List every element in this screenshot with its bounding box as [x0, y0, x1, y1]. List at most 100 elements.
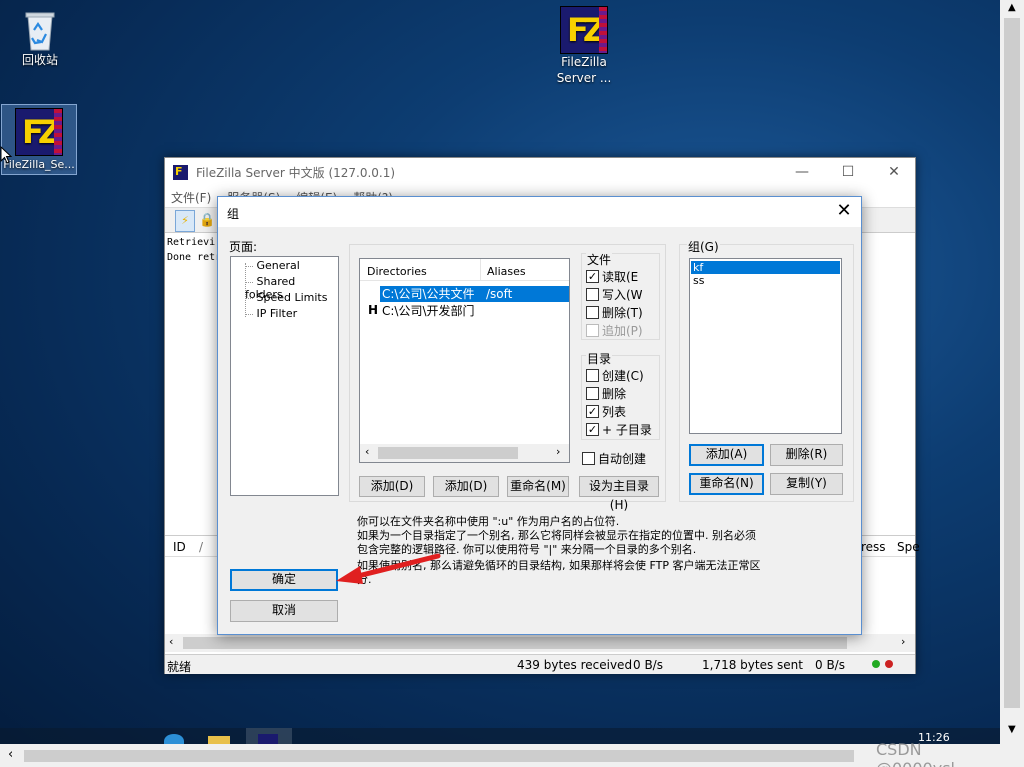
- col-speed[interactable]: Spe: [897, 540, 920, 554]
- group-dialog: 组 ✕ 页面: General Shared folders Speed Lim…: [217, 196, 862, 635]
- scroll-left-icon[interactable]: ‹: [169, 635, 173, 648]
- perm-dir-subdirs-label: + 子目录: [602, 422, 652, 437]
- perm-dir-delete[interactable]: 删除: [586, 385, 626, 401]
- home-dir-marker: H: [368, 303, 379, 317]
- copy-group-button[interactable]: 复制(Y): [770, 473, 843, 495]
- desktop-hscrollbar[interactable]: ‹ CSDN @0000ysl: [0, 740, 1000, 767]
- perm-file-append: 追加(P): [586, 322, 643, 338]
- checkbox-checked-icon: ✓: [586, 404, 599, 418]
- pages-tree: General Shared folders Speed Limits IP F…: [230, 256, 339, 496]
- directory-row[interactable]: C:\公司\公共文件 /soft: [360, 286, 569, 303]
- page-shared-folders[interactable]: Shared folders: [245, 275, 335, 301]
- page-general-label: General: [256, 259, 300, 272]
- recycle-bin-icon-graphic: [25, 12, 55, 51]
- col-id[interactable]: ID: [173, 540, 186, 554]
- rename-directory-button[interactable]: 重命名(M): [507, 476, 569, 497]
- filezilla-logo-icon: FZ: [560, 6, 608, 54]
- scroll-down-icon[interactable]: ▼: [1008, 724, 1016, 735]
- perm-dir-create-label: 创建(C): [602, 368, 644, 383]
- status-led-green-icon: [872, 660, 880, 668]
- add-directory-button[interactable]: 添加(D): [359, 476, 425, 497]
- scroll-left-icon[interactable]: ‹: [8, 747, 13, 762]
- status-sent: 1,718 bytes sent: [702, 658, 803, 672]
- col-aliases[interactable]: Aliases: [487, 265, 526, 278]
- perm-file-read[interactable]: ✓ 读取(E: [586, 268, 638, 284]
- scroll-up-icon[interactable]: ▲: [1008, 2, 1016, 13]
- col-directories[interactable]: Directories: [367, 265, 427, 278]
- recycle-bin-label: 回收站: [21, 53, 58, 67]
- perm-dir-create[interactable]: 创建(C): [586, 367, 644, 383]
- set-home-dir-button[interactable]: 设为主目录(H): [579, 476, 659, 512]
- group-item[interactable]: ss: [691, 274, 840, 287]
- connect-icon[interactable]: ⚡: [175, 210, 195, 232]
- checkbox-unchecked-icon: [586, 287, 599, 301]
- directory-alias: /soft: [480, 286, 569, 302]
- filezilla-shortcut-icon[interactable]: FZ FileZilla Server ...: [552, 6, 616, 87]
- rename-group-button[interactable]: 重命名(N): [689, 473, 764, 495]
- info-line: 你可以在文件夹名称中使用 ":u" 作为用户名的占位符.: [357, 515, 620, 528]
- perm-dir-list[interactable]: ✓ 列表: [586, 403, 626, 419]
- scroll-left-icon[interactable]: ‹: [365, 445, 369, 458]
- perm-dir-subdirs[interactable]: ✓ + 子目录: [586, 421, 652, 437]
- checkbox-disabled-icon: [586, 323, 599, 337]
- add-alias-button[interactable]: 添加(D): [433, 476, 499, 497]
- directories-hscrollbar[interactable]: ‹ ›: [360, 444, 569, 462]
- maximize-button[interactable]: ☐: [825, 158, 871, 187]
- group-item-selected[interactable]: kf: [691, 261, 840, 274]
- directory-path-selected: C:\公司\公共文件: [380, 286, 480, 302]
- scroll-thumb[interactable]: [378, 447, 518, 459]
- scroll-right-icon[interactable]: ›: [901, 635, 905, 648]
- main-title-bar: F FileZilla Server 中文版 (127.0.0.1) — ☐ ✕: [165, 158, 915, 187]
- checkbox-unchecked-icon: [586, 368, 599, 382]
- dialog-title: 组: [227, 207, 240, 221]
- watermark-text: CSDN @0000ysl: [876, 740, 955, 767]
- filezilla-selected-icon[interactable]: FZ FileZilla_Se...: [1, 104, 77, 175]
- perm-file-write[interactable]: 写入(W: [586, 286, 643, 302]
- add-group-button[interactable]: 添加(A): [689, 444, 764, 466]
- red-arrow-annotation-icon: [336, 553, 441, 584]
- ok-button[interactable]: 确定: [230, 569, 338, 591]
- checkbox-checked-icon: ✓: [586, 269, 599, 283]
- files-group-label: 文件: [586, 251, 613, 268]
- scroll-thumb[interactable]: [1004, 18, 1020, 708]
- status-ready: 就绪: [167, 660, 192, 674]
- page-speed-limits[interactable]: Speed Limits: [245, 291, 335, 307]
- lock-icon[interactable]: 🔒: [199, 210, 215, 232]
- filezilla-logo-icon-2: FZ: [15, 108, 63, 156]
- directory-row[interactable]: H C:\公司\开发部门: [360, 303, 569, 320]
- scroll-thumb[interactable]: [24, 750, 854, 762]
- directories-header: Directories Aliases: [360, 259, 569, 281]
- checkbox-checked-icon: ✓: [586, 422, 599, 436]
- directories-list: Directories Aliases C:\公司\公共文件 /soft H C…: [359, 258, 570, 463]
- perm-file-append-label: 追加(P): [602, 323, 643, 338]
- scroll-right-icon[interactable]: ›: [556, 445, 560, 458]
- perm-file-read-label: 读取(E: [602, 269, 639, 284]
- cancel-button[interactable]: 取消: [230, 600, 338, 622]
- scroll-thumb[interactable]: [183, 637, 847, 649]
- page-ip-filter[interactable]: IP Filter: [245, 307, 335, 323]
- connections-hscrollbar[interactable]: ‹ ›: [165, 634, 915, 652]
- delete-group-button[interactable]: 删除(R): [770, 444, 843, 466]
- status-recv-rate: 0 B/s: [633, 658, 663, 672]
- checkbox-unchecked-icon: [582, 451, 595, 465]
- desktop-vscrollbar[interactable]: ▲ ▼: [1000, 0, 1024, 767]
- filezilla-shortcut-label-1: FileZilla: [561, 55, 607, 69]
- col-address[interactable]: ress: [861, 540, 886, 554]
- dialog-close-button[interactable]: ✕: [833, 200, 855, 222]
- page-general[interactable]: General: [245, 259, 335, 275]
- page-speed-limits-label: Speed Limits: [256, 291, 328, 304]
- recycle-bin-icon[interactable]: 回收站: [12, 8, 68, 69]
- col-sort-indicator: /: [199, 540, 204, 554]
- status-led-red-icon: [885, 660, 893, 668]
- app-icon: F: [173, 165, 188, 180]
- perm-file-write-label: 写入(W: [602, 287, 643, 302]
- perm-file-delete[interactable]: 删除(T): [586, 304, 643, 320]
- autocreate-checkbox[interactable]: 自动创建: [582, 450, 646, 466]
- checkbox-unchecked-icon: [586, 305, 599, 319]
- minimize-button[interactable]: —: [779, 158, 825, 187]
- mouse-cursor-icon: [0, 146, 12, 164]
- pages-label: 页面:: [229, 240, 258, 254]
- groups-list: kf ss: [689, 258, 842, 434]
- menu-file[interactable]: 文件(F): [171, 189, 211, 206]
- close-window-button[interactable]: ✕: [871, 158, 917, 187]
